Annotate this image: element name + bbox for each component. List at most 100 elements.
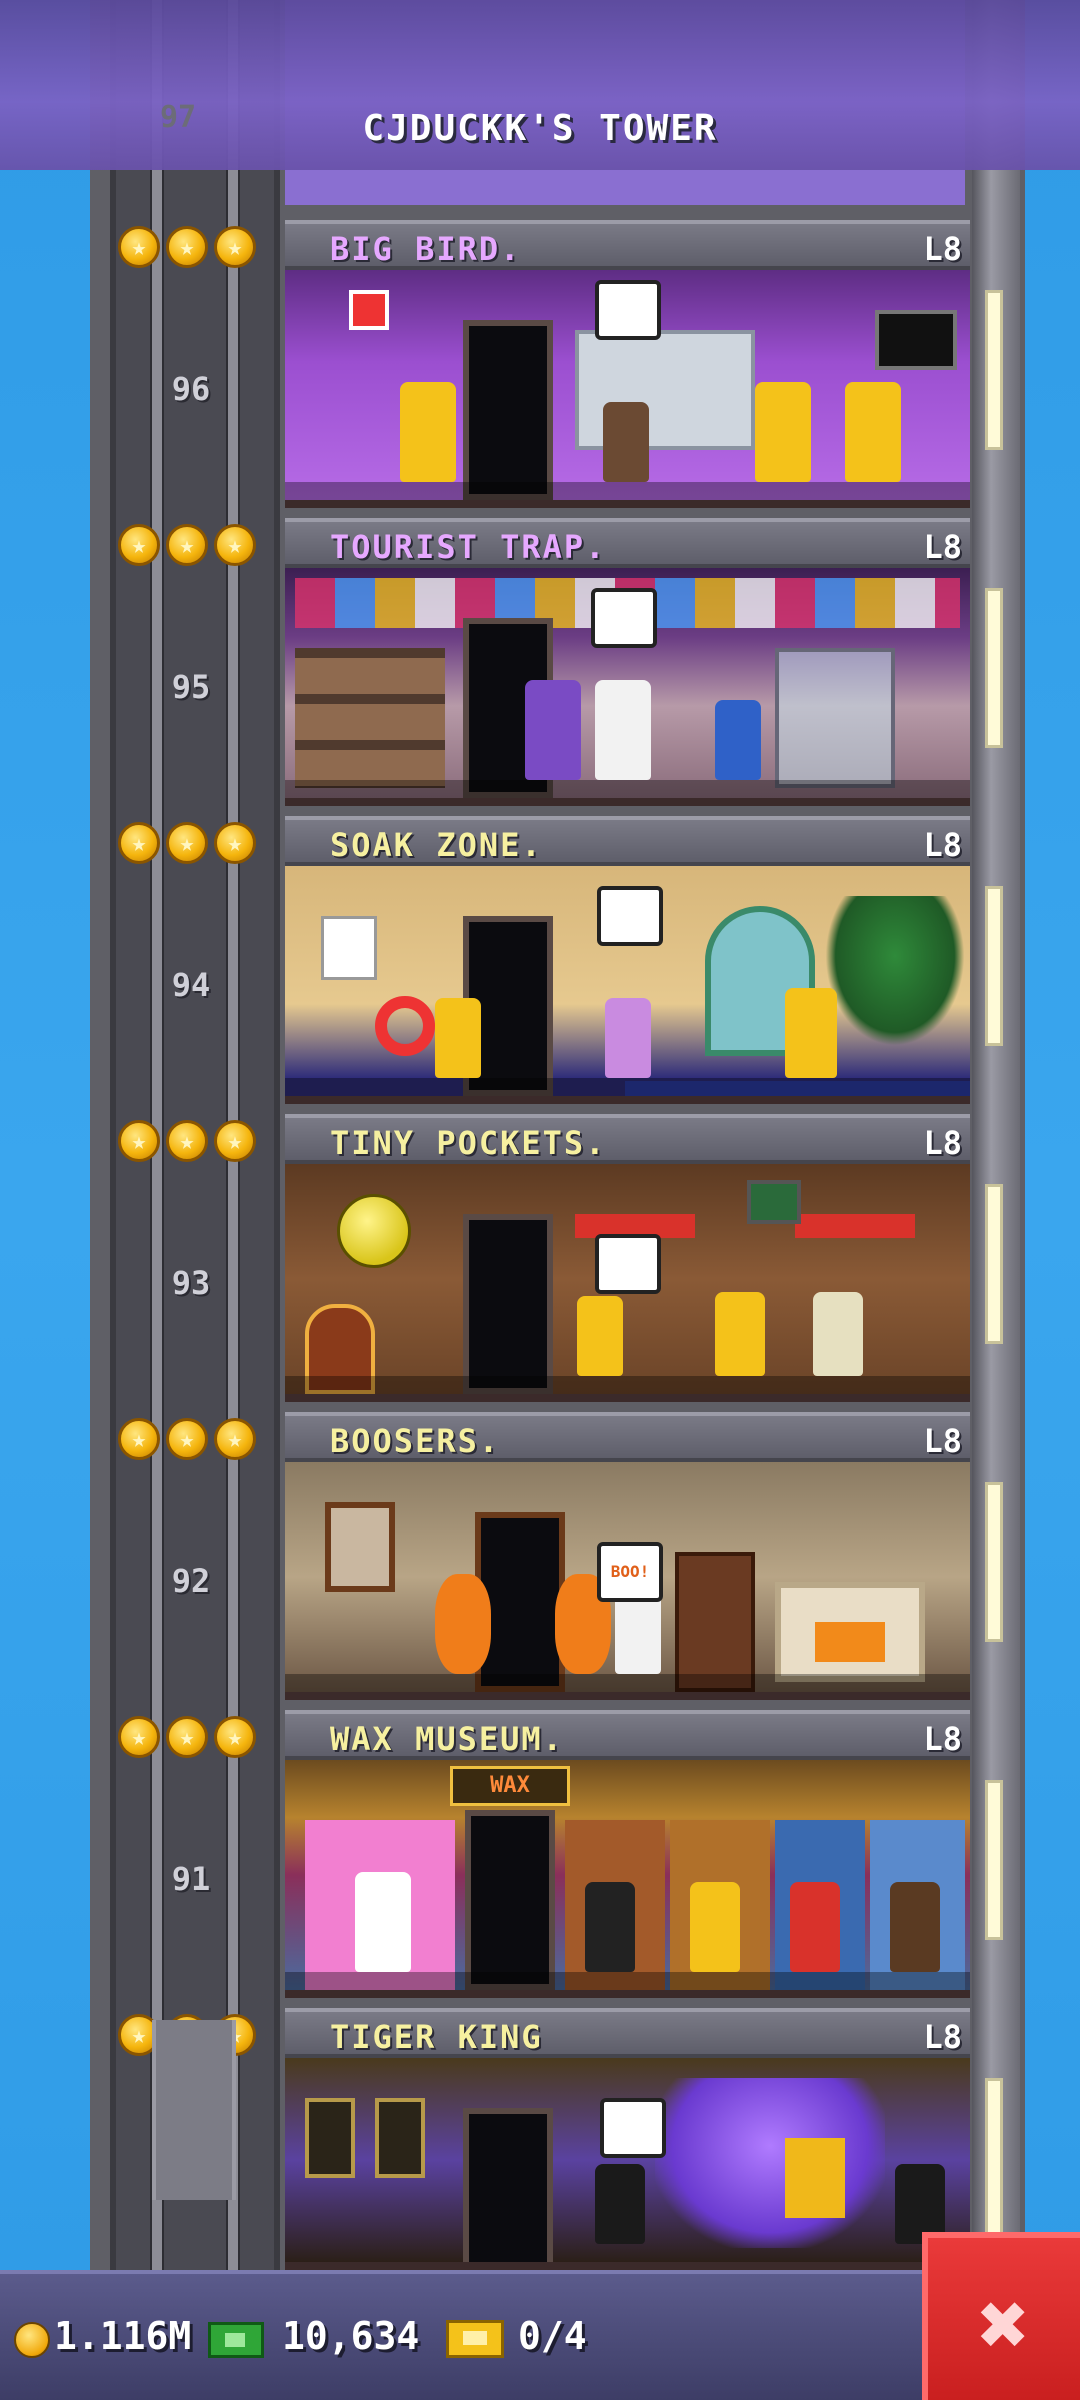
bitizen-character[interactable]: [715, 1292, 765, 1376]
speech-bubble-text: BOO!: [610, 1562, 650, 1581]
floor-stars: ★ ★ ★: [118, 226, 256, 268]
bitizen-character[interactable]: [813, 1292, 863, 1376]
floor-banner[interactable]: BIG BIRD. L8: [285, 220, 970, 270]
tv-screen: [747, 1180, 801, 1224]
bitizen-character[interactable]: [595, 2164, 645, 2244]
star-icon: ★: [166, 1716, 208, 1758]
snowman-character[interactable]: [615, 1594, 661, 1674]
bitizen-character[interactable]: [435, 998, 481, 1078]
floor-level: L8: [923, 230, 962, 268]
speech-bubble: [591, 588, 657, 648]
bitizen-character[interactable]: [715, 700, 761, 780]
bux-count: 10,634: [282, 2314, 420, 2358]
room-door: [463, 1214, 553, 1394]
speech-bubble: [597, 886, 663, 946]
room-door: [463, 2108, 553, 2262]
floor-93[interactable]: ★ ★ ★ TINY POCKETS. L8 93: [0, 1104, 1080, 1402]
floor-room[interactable]: BOO!: [285, 1462, 970, 1700]
floor-banner[interactable]: SOAK ZONE. L8: [285, 816, 970, 866]
floor-room[interactable]: [285, 2058, 970, 2270]
floor-level: L8: [923, 2018, 962, 2056]
floor-name: BIG BIRD.: [330, 230, 522, 268]
star-icon: ★: [118, 822, 160, 864]
wax-figure[interactable]: [890, 1882, 940, 1972]
floor-banner[interactable]: TIGER KING L8: [285, 2008, 970, 2058]
floor-stars: ★ ★ ★: [118, 822, 256, 864]
floor-stars: ★ ★ ★: [118, 524, 256, 566]
floor-banner[interactable]: WAX MUSEUM. L8: [285, 1710, 970, 1760]
pumpkin-head-character[interactable]: [435, 1574, 491, 1674]
floor-level: L8: [923, 1124, 962, 1162]
portrait-frame: [325, 1502, 395, 1592]
floor-96[interactable]: ★ ★ ★ BIG BIRD. L8 96: [0, 210, 1080, 508]
speech-bubble: [595, 280, 661, 340]
close-button[interactable]: ✖: [922, 2232, 1080, 2400]
bitizen-character[interactable]: [605, 998, 651, 1078]
floor-name: TOURIST TRAP.: [330, 528, 607, 566]
window-light: [985, 290, 1003, 450]
floor-banner[interactable]: TOURIST TRAP. L8: [285, 518, 970, 568]
floor-level: L8: [923, 528, 962, 566]
window-light: [985, 1482, 1003, 1642]
floor-stars: ★ ★ ★: [118, 1716, 256, 1758]
floor-room[interactable]: WAX: [285, 1760, 970, 1998]
star-icon: ★: [118, 1120, 160, 1162]
floor-room[interactable]: [285, 1164, 970, 1402]
bitizen-character[interactable]: [525, 680, 581, 780]
floor-room[interactable]: [285, 866, 970, 1104]
ticket-count: 0/4: [518, 2314, 587, 2358]
star-icon: ★: [214, 1716, 256, 1758]
floor-95[interactable]: ★ ★ ★ TOURIST TRAP. L8 95: [0, 508, 1080, 806]
bitizen-character[interactable]: [603, 402, 649, 482]
elevator-car[interactable]: [152, 2020, 236, 2200]
wax-figure[interactable]: [355, 1872, 411, 1972]
bird-costume-character[interactable]: [400, 382, 456, 482]
floor-number: 92: [171, 1562, 211, 1600]
bitizen-character[interactable]: [785, 988, 837, 1078]
room-door: [465, 1810, 555, 1990]
poster-frame: [305, 2098, 355, 2178]
bitizen-character[interactable]: [577, 1296, 623, 1376]
star-icon: ★: [214, 1418, 256, 1460]
floor-banner[interactable]: TINY POCKETS. L8: [285, 1114, 970, 1164]
room-door: [463, 320, 553, 500]
floor-name: BOOSERS.: [330, 1422, 501, 1460]
currency-bar: 1.116M 10,634 0/4: [0, 2270, 1080, 2400]
floor-name: TINY POCKETS.: [330, 1124, 607, 1162]
notice-board: [321, 916, 377, 980]
bird-costume-character[interactable]: [755, 382, 811, 482]
window-light: [985, 2078, 1003, 2238]
star-icon: ★: [118, 226, 160, 268]
wax-figure[interactable]: [585, 1882, 635, 1972]
floor-level: L8: [923, 1720, 962, 1758]
floor-name: WAX MUSEUM.: [330, 1720, 564, 1758]
star-icon: ★: [214, 226, 256, 268]
wax-figure[interactable]: [790, 1882, 840, 1972]
floor-92[interactable]: ★ ★ ★ BOOSERS. L8 92 BOO!: [0, 1402, 1080, 1700]
bux-icon: [208, 2322, 264, 2358]
wax-sign: WAX: [450, 1766, 570, 1806]
bitizen-character[interactable]: [690, 1882, 740, 1972]
star-icon: ★: [166, 226, 208, 268]
fire: [815, 1622, 885, 1662]
snowman-character[interactable]: [595, 680, 651, 780]
bird-costume-character[interactable]: [845, 382, 901, 482]
floor-number: 93: [171, 1264, 211, 1302]
coffin: [675, 1552, 755, 1692]
star-icon: ★: [118, 1716, 160, 1758]
room-floor: [285, 780, 970, 798]
speech-bubble: [595, 1234, 661, 1294]
floor-room[interactable]: [285, 270, 970, 508]
floor-level: L8: [923, 826, 962, 864]
floor-94[interactable]: ★ ★ ★ SOAK ZONE. L8 94: [0, 806, 1080, 1104]
floor-room[interactable]: [285, 568, 970, 806]
ticket-icon: [446, 2320, 504, 2358]
stage-spotlight: [655, 2078, 885, 2248]
floor-stars: ★ ★ ★: [118, 1120, 256, 1162]
star-icon: ★: [214, 524, 256, 566]
coin-count: 1.116M: [54, 2314, 192, 2358]
floor-banner[interactable]: BOOSERS. L8: [285, 1412, 970, 1462]
floor-91[interactable]: ★ ★ ★ WAX MUSEUM. L8 91 WAX: [0, 1700, 1080, 1998]
star-icon: ★: [166, 1418, 208, 1460]
floor-number: 95: [171, 668, 211, 706]
